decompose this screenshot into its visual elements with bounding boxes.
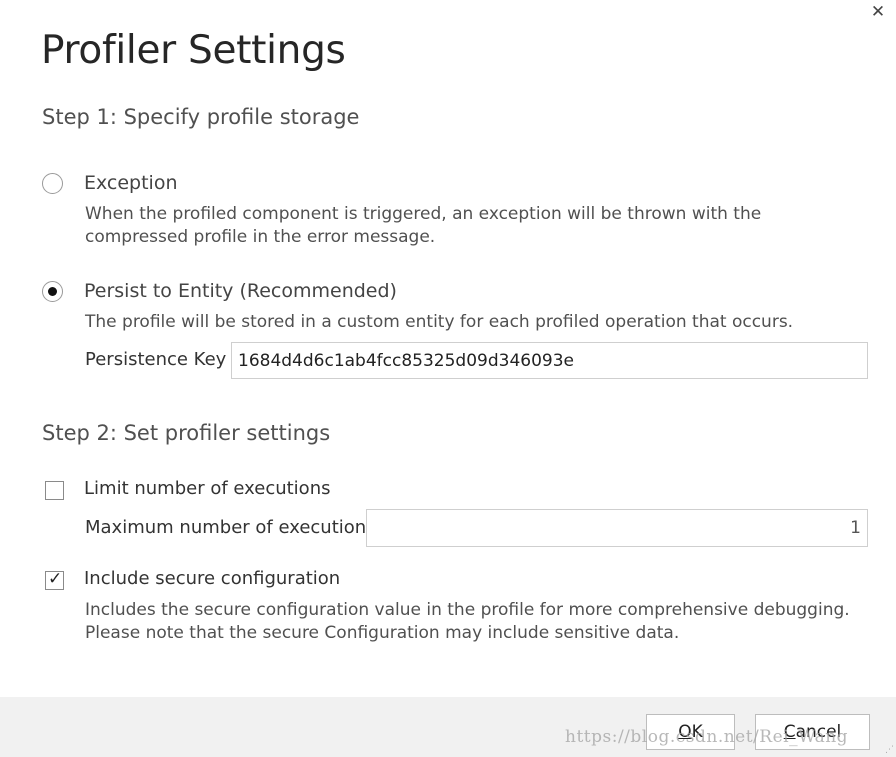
persistence-key-input[interactable] — [231, 342, 868, 379]
include-secure-config-label[interactable]: Include secure configuration — [84, 568, 340, 589]
ok-access-key: O — [678, 722, 692, 742]
ok-button[interactable]: OK — [646, 714, 735, 750]
secure-config-description-line2: Please note that the secure Configuratio… — [85, 623, 680, 643]
limit-executions-label[interactable]: Limit number of executions — [84, 478, 330, 499]
step1-heading: Step 1: Specify profile storage — [42, 105, 360, 129]
secure-config-description: Includes the secure configuration value … — [85, 599, 850, 645]
close-icon[interactable]: ✕ — [870, 3, 886, 21]
exception-description-line1: When the profiled component is triggered… — [85, 204, 762, 224]
exception-description: When the profiled component is triggered… — [85, 203, 761, 249]
check-icon: ✓ — [48, 569, 63, 589]
step2-heading: Step 2: Set profiler settings — [42, 421, 331, 445]
max-executions-label: Maximum number of executions — [85, 517, 376, 538]
ok-label-rest: K — [691, 722, 703, 742]
exception-label[interactable]: Exception — [84, 172, 178, 194]
secure-config-description-line1: Includes the secure configuration value … — [85, 600, 850, 620]
resize-grip-icon[interactable]: ⋰ — [884, 745, 894, 755]
persist-to-entity-radio[interactable] — [42, 281, 63, 302]
include-secure-config-checkbox[interactable]: ✓ — [45, 569, 64, 590]
profiler-settings-dialog: ✕ Profiler Settings Step 1: Specify prof… — [0, 0, 896, 757]
dialog-title: Profiler Settings — [41, 28, 346, 73]
cancel-label-rest: ancel — [795, 722, 842, 742]
exception-description-line2: compressed profile in the error message. — [85, 227, 436, 247]
persistence-key-label: Persistence Key — [85, 349, 227, 370]
persist-description: The profile will be stored in a custom e… — [85, 312, 794, 332]
radio-selected-dot — [48, 287, 57, 296]
max-executions-input[interactable] — [366, 509, 868, 547]
limit-executions-checkbox[interactable] — [45, 481, 64, 500]
persist-to-entity-label[interactable]: Persist to Entity (Recommended) — [84, 280, 397, 302]
cancel-access-key: C — [783, 722, 796, 742]
cancel-button[interactable]: Cancel — [755, 714, 870, 750]
exception-radio[interactable] — [42, 173, 63, 194]
